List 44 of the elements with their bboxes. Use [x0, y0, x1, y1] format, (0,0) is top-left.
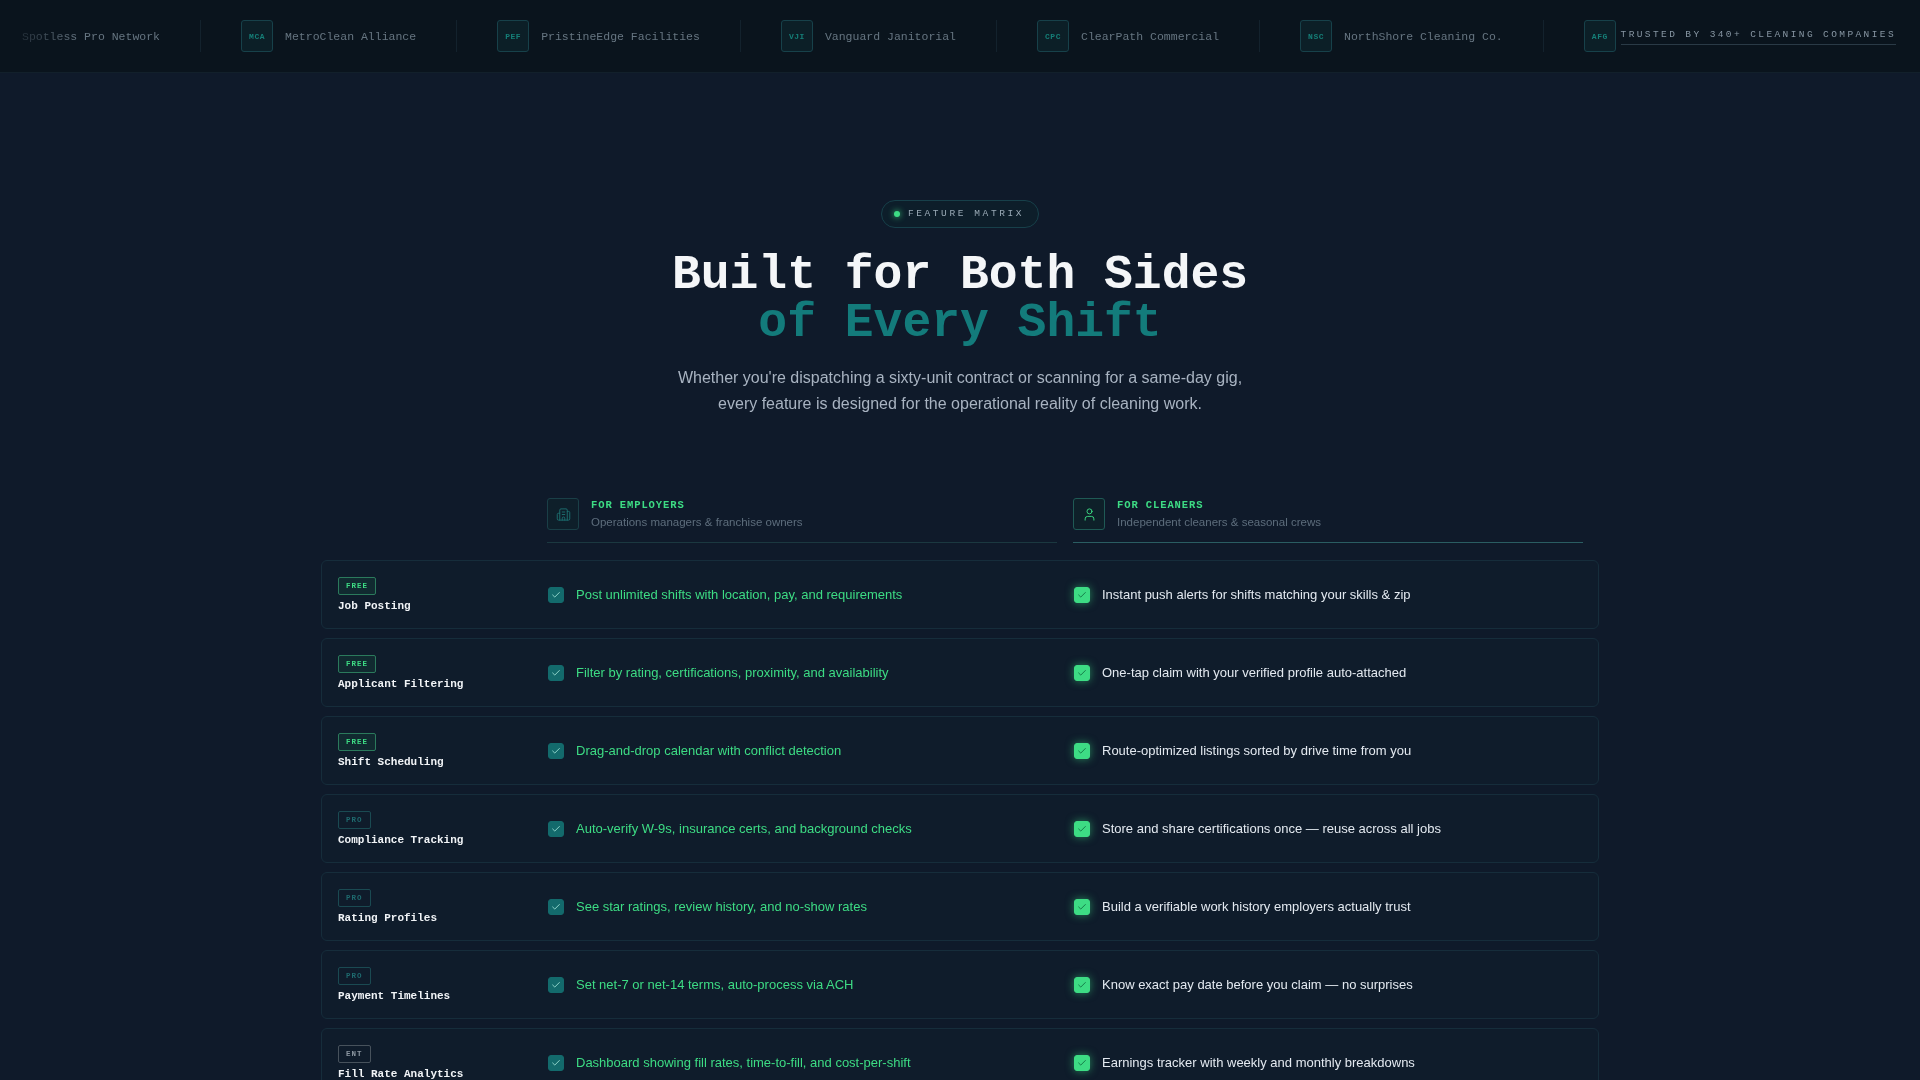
- company-monogram: VJI: [780, 20, 813, 52]
- person-icon: [1073, 498, 1105, 530]
- building-icon: [547, 498, 579, 530]
- feature-text: Instant push alerts for shifts matching your skills & zip: [1102, 585, 1411, 604]
- company-monogram: MCA: [241, 20, 274, 52]
- feature-text: Earnings tracker with weekly and monthly breakdowns: [1102, 1053, 1415, 1072]
- feature-name: Job Posting: [338, 598, 411, 613]
- company-monogram: NSC: [1300, 20, 1333, 52]
- company-monogram: PEF: [497, 20, 530, 52]
- feature-text: Drag-and-drop calendar with conflict detection: [576, 741, 842, 760]
- company-name: ClearPath Commercial: [1081, 29, 1220, 43]
- feature-text: One-tap claim with your verified profile auto-attached: [1102, 663, 1407, 682]
- feature-text: Store and share certifications once — reuse across all jobs: [1102, 819, 1441, 838]
- eyebrow-label: FEATURE MATRIX: [907, 208, 1025, 220]
- column-title: FOR EMPLOYERS: [591, 498, 686, 512]
- column-subtitle: Independent cleaners & seasonal crews: [1117, 515, 1321, 530]
- feature-text: Filter by rating, certifications, proximity, and availability: [576, 663, 889, 682]
- hero-title-accent: of Every Shift: [757, 299, 1163, 347]
- trusted-caption: TRUSTED BY 340+ CLEANING COMPANIES: [1620, 29, 1896, 45]
- column-title: FOR CLEANERS: [1117, 498, 1205, 512]
- feature-text: Post unlimited shifts with location, pay, and requirements: [576, 585, 903, 604]
- feature-text: Build a verifiable work history employers actually trust: [1102, 897, 1411, 916]
- company-monogram: AFG: [1583, 20, 1616, 52]
- hero-description: Whether you're dispatching a sixty-unit contract or scanning for a same-day gig, every feature is designed for the operational reality of cleaning work.: [676, 368, 1244, 414]
- hero-title: Built for Both Sides: [671, 251, 1249, 299]
- column-subtitle: Operations managers & franchise owners: [591, 515, 803, 530]
- feature-text: Route-optimized listings sorted by drive time from you: [1102, 741, 1412, 760]
- feature-name: Applicant Filtering: [338, 676, 464, 691]
- feature-text: Know exact pay date before you claim — no surprises: [1102, 975, 1413, 994]
- company-name: PristineEdge Facilities: [541, 29, 700, 43]
- feature-text: See star ratings, review history, and no-show rates: [576, 897, 867, 916]
- company-monogram: CPC: [1037, 20, 1069, 52]
- feature-text: Auto-verify W-9s, insurance certs, and background checks: [576, 819, 912, 838]
- feature-name: Rating Profiles: [338, 910, 438, 925]
- feature-name: Fill Rate Analytics: [338, 1066, 464, 1080]
- feature-name: Payment Timelines: [338, 988, 451, 1003]
- feature-text: Set net-7 or net-14 terms, auto-process via ACH: [576, 975, 854, 994]
- feature-text: Dashboard showing fill rates, time-to-fill, and cost-per-shift: [576, 1053, 911, 1072]
- dot-icon: [893, 211, 900, 217]
- company-name: MetroClean Alliance: [285, 29, 417, 43]
- feature-name: Shift Scheduling: [338, 754, 444, 769]
- company-name: NorthShore Cleaning Co.: [1344, 29, 1503, 43]
- feature-name: Compliance Tracking: [338, 832, 464, 847]
- company-name: Vanguard Janitorial: [824, 29, 956, 43]
